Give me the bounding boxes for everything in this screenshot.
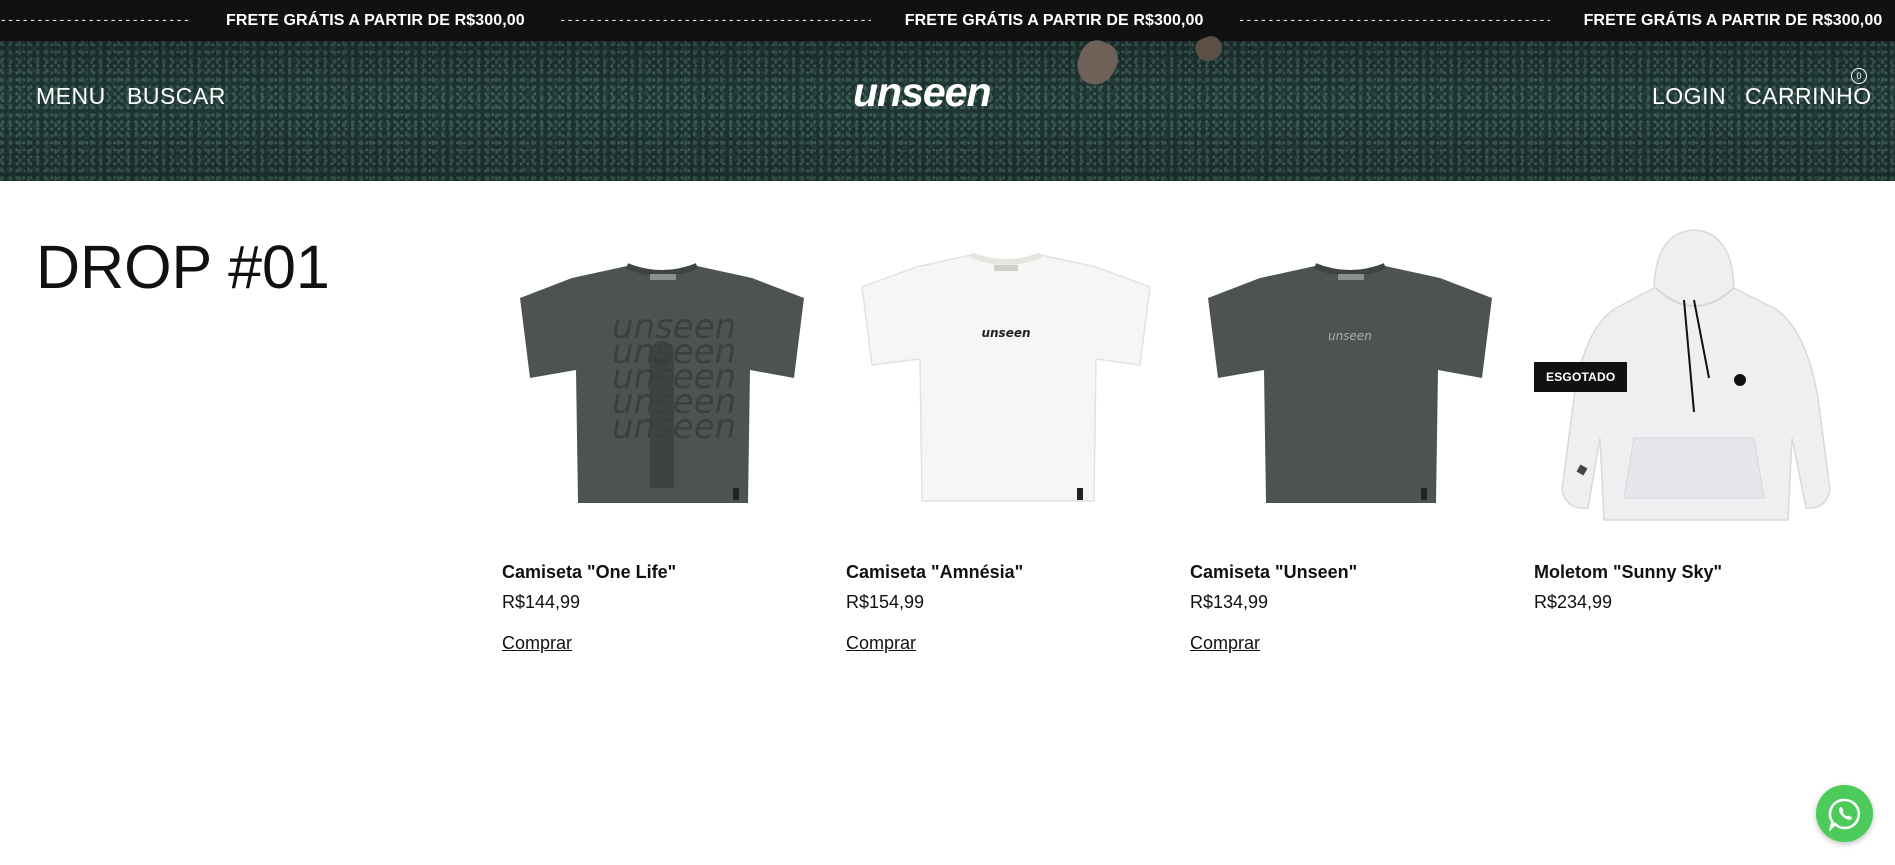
announcement-bar: ----------------------------------------… — [0, 0, 1895, 41]
product-image[interactable]: unseen unseen unseen unseen unseen — [502, 228, 822, 538]
tshirt-image: unseen — [861, 253, 1151, 502]
product-price: R$144,99 — [502, 592, 581, 612]
cart-count-badge: 0 — [1851, 68, 1867, 84]
hero-shoe-left — [1070, 35, 1124, 91]
search-button[interactable]: BUSCAR — [127, 83, 226, 110]
whatsapp-icon — [1828, 798, 1860, 831]
product-image[interactable]: unseen — [1190, 228, 1510, 538]
announcement-dashes: ----------------------------------------… — [1237, 13, 1550, 28]
whatsapp-button[interactable] — [1816, 785, 1873, 842]
product-name[interactable]: Camiseta "Unseen" — [1190, 562, 1357, 583]
login-link[interactable]: LOGIN — [1652, 83, 1726, 110]
product-price: R$234,99 — [1534, 592, 1613, 612]
product-name[interactable]: Camiseta "One Life" — [502, 562, 676, 583]
svg-text:unseen: unseen — [612, 407, 736, 447]
announcement-text: FRETE GRÁTIS A PARTIR DE R$300,00 — [904, 11, 1204, 29]
buy-link[interactable]: Comprar — [846, 633, 916, 654]
shirt-print: unseen — [981, 326, 1030, 340]
announcement-text: FRETE GRÁTIS A PARTIR DE R$300,00 — [226, 11, 525, 29]
buy-link[interactable]: Comprar — [502, 633, 572, 654]
announcement-text: FRETE GRÁTIS A PARTIR DE R$300,00 — [1583, 11, 1883, 29]
product-card: unseen unseen unseen unseen unseen Camis… — [502, 228, 822, 653]
tshirt-image: unseen unseen unseen unseen unseen — [520, 263, 804, 503]
product-card: unseen Camiseta "Amnésia" R$154,99 Compr… — [846, 228, 1166, 653]
product-card: ESGOTADO Moletom "Sunny Sky" R$234,99 — [1534, 228, 1854, 612]
collection-title: DROP #01 — [36, 233, 330, 301]
hoodie-emblem — [1734, 374, 1746, 386]
shirt-print: unseen — [1328, 329, 1372, 343]
header-banner: MENU BUSCAR unseen LOGIN CARRINHO 0 — [0, 33, 1895, 181]
brand-logo[interactable]: unseen — [853, 69, 992, 116]
announcement-dashes: ----------------------------------------… — [558, 13, 871, 28]
product-price: R$154,99 — [846, 592, 925, 612]
product-price: R$134,99 — [1190, 592, 1269, 612]
product-name[interactable]: Moletom "Sunny Sky" — [1534, 562, 1722, 583]
tshirt-image: unseen — [1208, 263, 1492, 503]
announcement-dashes: ----------------------------------------… — [0, 13, 192, 28]
product-image[interactable]: unseen — [846, 228, 1166, 538]
buy-link[interactable]: Comprar — [1190, 633, 1260, 654]
product-name[interactable]: Camiseta "Amnésia" — [846, 562, 1023, 583]
cart-link[interactable]: CARRINHO — [1745, 83, 1872, 110]
menu-button[interactable]: MENU — [36, 83, 106, 110]
sold-out-badge: ESGOTADO — [1534, 362, 1628, 392]
product-card: unseen Camiseta "Unseen" R$134,99 Compra… — [1190, 228, 1510, 653]
